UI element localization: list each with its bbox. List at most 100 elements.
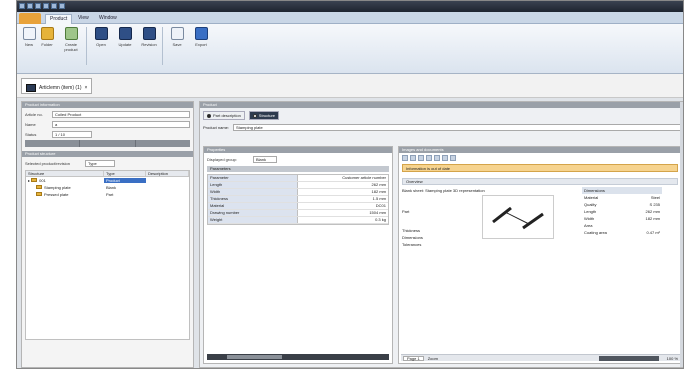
pan-icon[interactable] bbox=[426, 155, 432, 161]
field-name: Name a bbox=[25, 120, 190, 128]
zoom-value: 100 % bbox=[666, 356, 678, 361]
parameters-grid: Parameter Customer article number Length 2… bbox=[207, 174, 389, 225]
ribbon-new-button[interactable]: New bbox=[21, 27, 37, 59]
tree-row[interactable]: Stamping plate Blank bbox=[26, 184, 189, 191]
param-row[interactable]: Thickness 1.5 mm bbox=[208, 196, 388, 203]
tab-product[interactable]: Product bbox=[45, 14, 73, 24]
application-window: Product View Window New Folder Create pr… bbox=[16, 0, 684, 369]
article-no-input[interactable]: Coiled Product bbox=[52, 110, 190, 118]
tree-filter-select[interactable]: Type bbox=[85, 159, 115, 167]
image-label: Part bbox=[402, 209, 410, 214]
ribbon-create-product-button[interactable]: Create product bbox=[59, 27, 83, 59]
product-name-label: Product name: bbox=[203, 124, 230, 130]
toolbar-segment[interactable] bbox=[80, 140, 135, 147]
radio-dot bbox=[252, 113, 257, 118]
document-tab-label: Articlemn (item) (1) bbox=[39, 84, 82, 91]
radio-dot bbox=[207, 113, 211, 118]
horizontal-scrollbar[interactable] bbox=[207, 354, 389, 360]
dimension-row: Material Steel bbox=[584, 195, 660, 200]
left-toolbar bbox=[25, 140, 190, 147]
radio-structure[interactable]: Structure bbox=[248, 111, 280, 120]
product-name-input[interactable]: Stamping plate bbox=[233, 123, 681, 131]
param-row[interactable]: Weight 0.3 kg bbox=[208, 217, 388, 224]
part-preview-image[interactable] bbox=[482, 195, 554, 239]
document-tab[interactable]: Articlemn (item) (1) × bbox=[21, 78, 93, 94]
open-icon bbox=[94, 27, 108, 40]
zoom-slider[interactable] bbox=[599, 356, 659, 361]
name-input[interactable]: a bbox=[52, 120, 190, 128]
dimension-row: Coating area 0.47 m² bbox=[584, 230, 660, 235]
status-input[interactable]: 1 / 10 bbox=[52, 130, 92, 138]
tab-view[interactable]: View bbox=[74, 14, 93, 24]
main-panel: Product Part description Structure Produ… bbox=[199, 101, 683, 368]
scroll-thumb[interactable] bbox=[227, 355, 282, 359]
overview-content: Blank sheet: Stamping plate 3D represent… bbox=[402, 187, 678, 248]
overview-header: Overview bbox=[402, 178, 678, 185]
tree-filter-row: Selected product/revision Type bbox=[25, 159, 190, 167]
properties-header: Properties bbox=[204, 147, 392, 153]
ribbon-separator bbox=[162, 27, 163, 65]
export-icon bbox=[194, 27, 208, 40]
qat-open-icon[interactable] bbox=[51, 3, 57, 9]
ribbon-open-button[interactable]: Open bbox=[91, 27, 111, 59]
qat-undo-icon[interactable] bbox=[27, 3, 33, 9]
left-panel: Product information Article no. Coiled Pr… bbox=[21, 101, 194, 368]
qat-save-icon[interactable] bbox=[19, 3, 25, 9]
param-row[interactable]: Drawing number 1504 mm bbox=[208, 210, 388, 217]
dimension-row: Quality S 235 bbox=[584, 202, 660, 207]
qat-print-icon[interactable] bbox=[43, 3, 49, 9]
preview-header: Images and documents bbox=[399, 147, 681, 153]
field-article-no: Article no. Coiled Product bbox=[25, 110, 190, 118]
ribbon-tab-row: Product View Window bbox=[17, 12, 683, 24]
fit-icon[interactable] bbox=[434, 155, 440, 161]
title-bar bbox=[17, 1, 683, 12]
rotate-icon[interactable] bbox=[418, 155, 424, 161]
zoom-out-icon[interactable] bbox=[410, 155, 416, 161]
dimension-row: Width 182 mm bbox=[584, 216, 660, 221]
ribbon-separator bbox=[86, 27, 87, 65]
overview-description: Blank sheet: Stamping plate 3D represent… bbox=[402, 188, 485, 193]
main-panel-header: Product bbox=[200, 102, 683, 108]
tree-row[interactable]: Pressed plate Part bbox=[26, 191, 189, 198]
parameters-header: Parameters bbox=[207, 166, 389, 172]
displayed-group-select[interactable]: Blank bbox=[253, 155, 277, 163]
ribbon-save-button[interactable]: Save bbox=[167, 27, 187, 59]
product-tree: Structure Type Description ▸ 001 Product… bbox=[25, 170, 190, 340]
zoom-in-icon[interactable] bbox=[402, 155, 408, 161]
qat-redo-icon[interactable] bbox=[35, 3, 41, 9]
toolbar-segment[interactable] bbox=[25, 140, 80, 147]
preview-status-bar: Page 1 Zoom 100 % bbox=[401, 354, 681, 361]
print-icon[interactable] bbox=[442, 155, 448, 161]
new-doc-icon bbox=[22, 27, 36, 40]
ribbon-export-button[interactable]: Export bbox=[191, 27, 211, 59]
overview-left: Blank sheet: Stamping plate 3D represent… bbox=[402, 187, 552, 248]
ribbon-update-button[interactable]: Update bbox=[115, 27, 135, 59]
dimension-row: Area bbox=[584, 223, 593, 228]
product-name-row: Product name: Stamping plate bbox=[203, 123, 681, 131]
close-icon[interactable]: × bbox=[85, 85, 88, 91]
dimensions-table: Dimensions Material Steel Quality S 235 Le… bbox=[582, 187, 662, 235]
document-tab-bar: Articlemn (item) (1) × bbox=[17, 74, 683, 98]
view-mode-radios: Part description Structure bbox=[203, 111, 681, 120]
qat-more-icon[interactable] bbox=[59, 3, 65, 9]
application-menu-button[interactable] bbox=[19, 13, 41, 24]
export-image-icon[interactable] bbox=[450, 155, 456, 161]
revision-icon bbox=[142, 27, 156, 40]
vertical-scrollbar[interactable] bbox=[680, 102, 683, 367]
ribbon-folder-button[interactable]: Folder bbox=[39, 27, 55, 59]
tab-window[interactable]: Window bbox=[95, 14, 121, 24]
radio-part-description[interactable]: Part description bbox=[203, 111, 245, 120]
page-indicator[interactable]: Page 1 bbox=[403, 355, 424, 361]
field-status: Status 1 / 10 bbox=[25, 130, 190, 138]
param-row[interactable]: Material DC01 bbox=[208, 203, 388, 210]
toolbar-segment[interactable] bbox=[135, 140, 190, 147]
tree-row[interactable]: ▸ 001 Product bbox=[26, 177, 189, 184]
param-row[interactable]: Width 182 mm bbox=[208, 189, 388, 196]
zoom-label: Zoom bbox=[427, 355, 438, 361]
ribbon: New Folder Create product Open Update Re… bbox=[17, 24, 683, 74]
ribbon-revision-button[interactable]: Revision bbox=[139, 27, 159, 59]
param-row[interactable]: Length 262 mm bbox=[208, 182, 388, 189]
param-row[interactable]: Parameter Customer article number bbox=[208, 175, 388, 182]
preview-toolbar bbox=[402, 155, 678, 162]
dimension-row: Length 262 mm bbox=[584, 209, 660, 214]
